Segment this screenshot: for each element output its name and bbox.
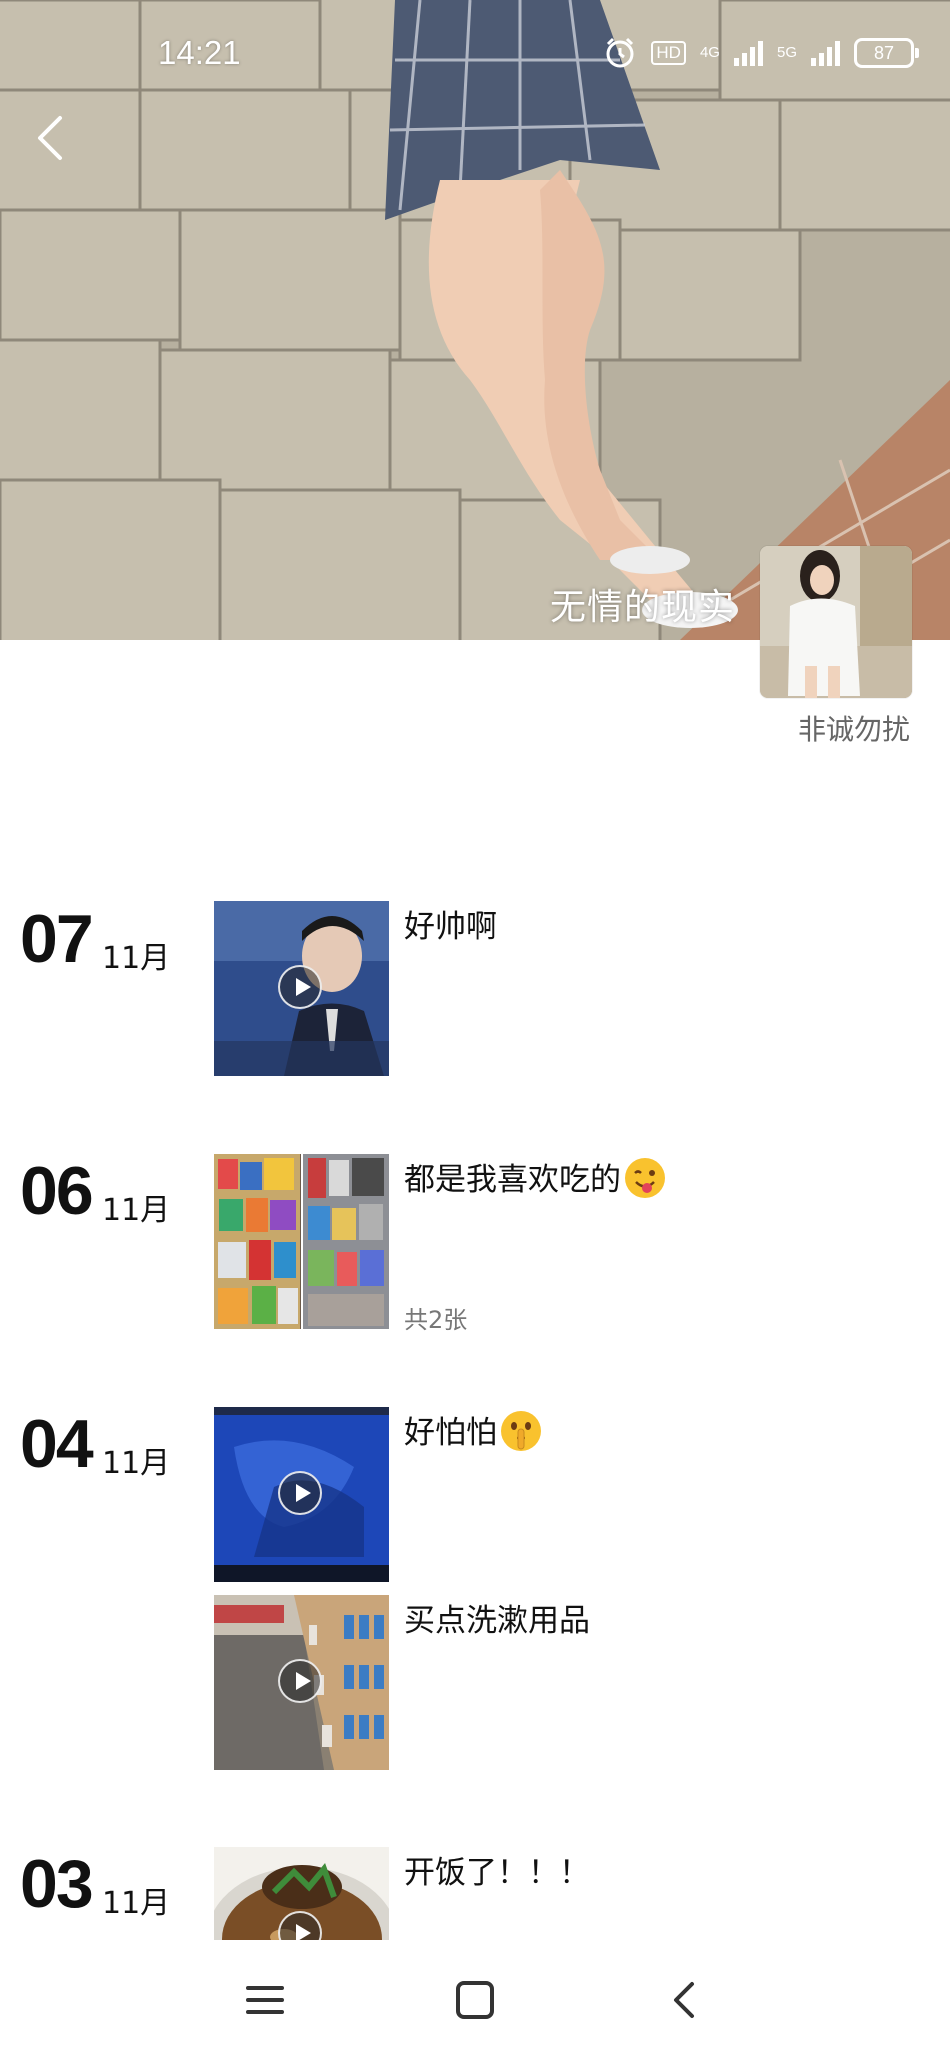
menu-icon (246, 1986, 284, 2014)
status-bar: 14:21 HD 4G 5G 87 (0, 0, 950, 110)
post-text: 好怕怕 (404, 1407, 541, 1452)
date-month: 11月 (102, 1886, 171, 1921)
cover-photo[interactable]: 14:21 HD 4G 5G 87 无情的现实 (0, 0, 950, 640)
home-button[interactable] (450, 1980, 500, 2020)
alarm-icon (606, 37, 634, 68)
nav-back-button[interactable] (660, 1980, 710, 2020)
menu-button[interactable] (240, 1980, 290, 2020)
post-thumbnail (214, 1154, 389, 1329)
post-item[interactable]: 好帅啊 (214, 901, 914, 1077)
hd-icon: HD (651, 41, 686, 65)
play-icon (278, 965, 322, 1009)
post-item[interactable]: 都是我喜欢吃的 共2张 (214, 1154, 914, 1334)
play-icon (278, 1471, 322, 1515)
status-time: 14:21 (158, 34, 241, 71)
battery-level: 87 (873, 43, 895, 63)
post-item[interactable]: 买点洗漱用品 (214, 1595, 914, 1771)
network-4g-label: 4G (699, 44, 720, 61)
home-icon (456, 1981, 494, 2019)
avatar-image (760, 546, 912, 698)
cover-caption: 无情的现实 (550, 587, 736, 628)
username[interactable]: 非诚勿扰 (798, 708, 910, 748)
back-icon (674, 1982, 694, 2018)
date-day: 06 (20, 1153, 94, 1229)
signal-icon (733, 40, 763, 66)
post-text-label: 好怕怕 (404, 1415, 497, 1451)
post-text: 买点洗漱用品 (404, 1603, 590, 1639)
date-day: 04 (20, 1406, 94, 1482)
post-item[interactable]: 开饭了！！！ (214, 1847, 914, 1942)
post-text: 都是我喜欢吃的 (404, 1154, 665, 1199)
post-item[interactable]: 好怕怕 (214, 1407, 914, 1583)
post-text-label: 都是我喜欢吃的 (404, 1162, 621, 1198)
shushing-face-icon (501, 1411, 541, 1451)
date-day: 03 (20, 1846, 94, 1922)
date-day: 07 (20, 901, 94, 977)
post-thumbnail (214, 1847, 389, 1942)
post-thumbnail (214, 1595, 389, 1770)
image-count: 共2张 (404, 1306, 468, 1334)
signal-icon (811, 40, 840, 66)
back-button[interactable] (26, 110, 72, 166)
play-icon (278, 1659, 322, 1703)
post-text: 开饭了！！！ (404, 1855, 590, 1891)
system-nav-bar (0, 1940, 950, 2058)
winking-face-tongue-icon (625, 1158, 665, 1198)
date-month: 11月 (102, 1193, 171, 1228)
post-thumbnail (214, 1407, 389, 1582)
date-month: 11月 (102, 941, 171, 976)
network-5g-label: 5G (776, 44, 797, 61)
date-month: 11月 (102, 1446, 171, 1481)
chevron-left-icon (38, 116, 62, 160)
post-text: 好帅啊 (404, 909, 497, 945)
avatar[interactable] (760, 546, 912, 698)
battery-icon: 87 (854, 38, 919, 68)
post-thumbnail (214, 901, 389, 1076)
